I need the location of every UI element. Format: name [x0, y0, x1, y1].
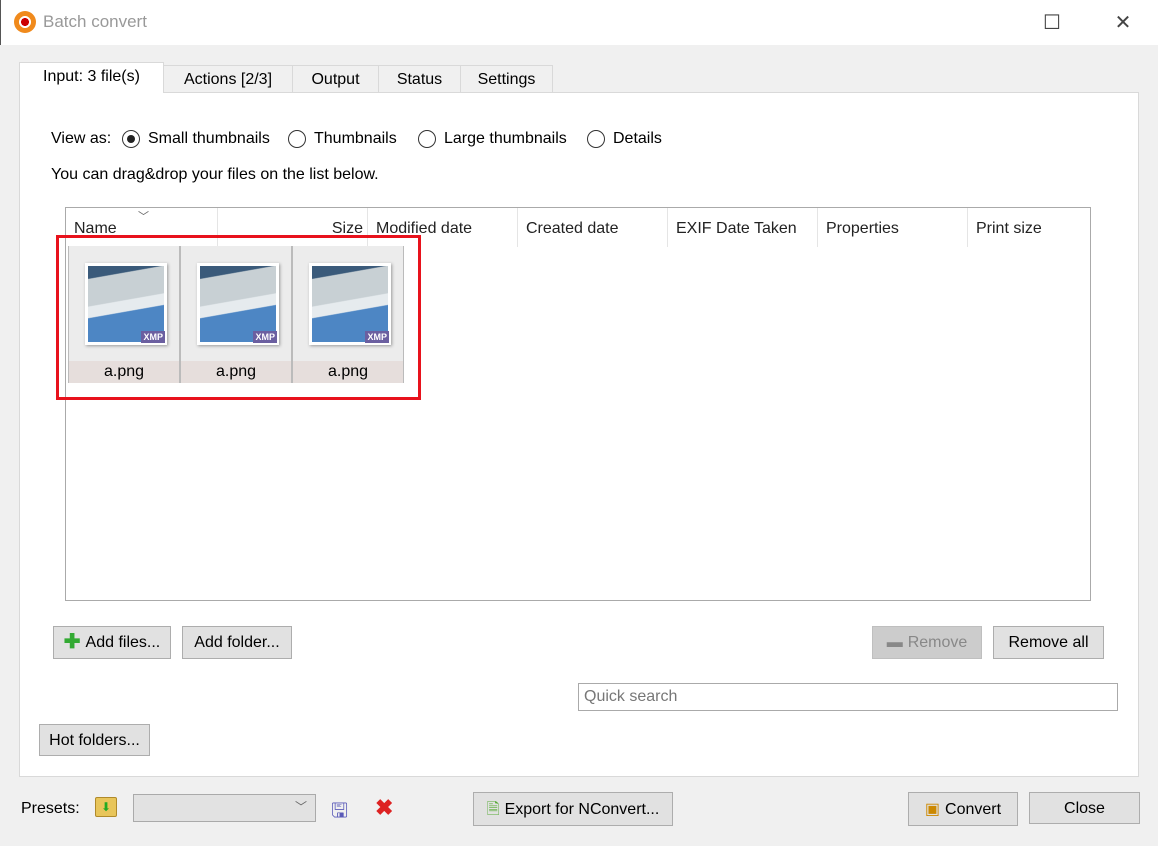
- app-icon: [14, 11, 36, 33]
- drag-drop-hint: You can drag&drop your files on the list…: [51, 166, 379, 183]
- delete-preset-icon[interactable]: ✖: [375, 795, 393, 821]
- convert-button[interactable]: ▣ Convert: [908, 792, 1018, 826]
- tab-settings[interactable]: Settings: [460, 65, 553, 93]
- title-bar: Batch convert ☐ ✕: [0, 0, 1158, 45]
- radio-large-thumbnails[interactable]: Large thumbnails: [418, 130, 567, 148]
- radio-small-thumbnails[interactable]: Small thumbnails: [122, 130, 270, 148]
- tab-input[interactable]: Input: 3 file(s): [19, 62, 164, 93]
- tab-status[interactable]: Status: [378, 65, 461, 93]
- minus-icon: ▬: [886, 634, 903, 651]
- hot-folders-button[interactable]: Hot folders...: [39, 724, 150, 756]
- remove-all-button[interactable]: Remove all: [993, 626, 1104, 659]
- tab-output[interactable]: Output: [292, 65, 379, 93]
- column-properties[interactable]: Properties: [818, 208, 968, 247]
- close-window-button[interactable]: ✕: [1108, 8, 1138, 38]
- chevron-down-icon: ﹀: [294, 800, 307, 814]
- quick-search-input[interactable]: [578, 683, 1118, 711]
- column-print-size[interactable]: Print size: [968, 208, 1090, 247]
- highlight-box: [56, 235, 421, 400]
- add-folder-button[interactable]: Add folder...: [182, 626, 292, 659]
- add-files-button[interactable]: ✚ Add files...: [53, 626, 171, 659]
- export-icon: 🗎: [486, 800, 500, 818]
- remove-button[interactable]: ▬ Remove: [872, 626, 982, 659]
- view-as-label: View as:: [51, 130, 112, 147]
- close-button[interactable]: Close: [1029, 792, 1140, 824]
- presets-label: Presets:: [21, 800, 80, 817]
- export-nconvert-button[interactable]: 🗎 Export for NConvert...: [473, 792, 673, 826]
- column-exif[interactable]: EXIF Date Taken: [668, 208, 818, 247]
- column-created[interactable]: Created date: [518, 208, 668, 247]
- presets-dropdown[interactable]: ﹀: [133, 794, 316, 822]
- convert-icon: ▣: [924, 800, 941, 818]
- maximize-button[interactable]: ☐: [1037, 8, 1067, 38]
- radio-details[interactable]: Details: [587, 130, 662, 148]
- sort-chevron-icon: ﹀: [138, 211, 149, 223]
- save-preset-icon[interactable]: 🖫: [331, 796, 348, 830]
- plus-icon: ✚: [63, 631, 81, 653]
- load-preset-folder-icon[interactable]: ⬇: [95, 797, 117, 817]
- window-title: Batch convert: [43, 12, 147, 31]
- tab-actions[interactable]: Actions [2/3]: [163, 65, 293, 93]
- radio-thumbnails[interactable]: Thumbnails: [288, 130, 397, 148]
